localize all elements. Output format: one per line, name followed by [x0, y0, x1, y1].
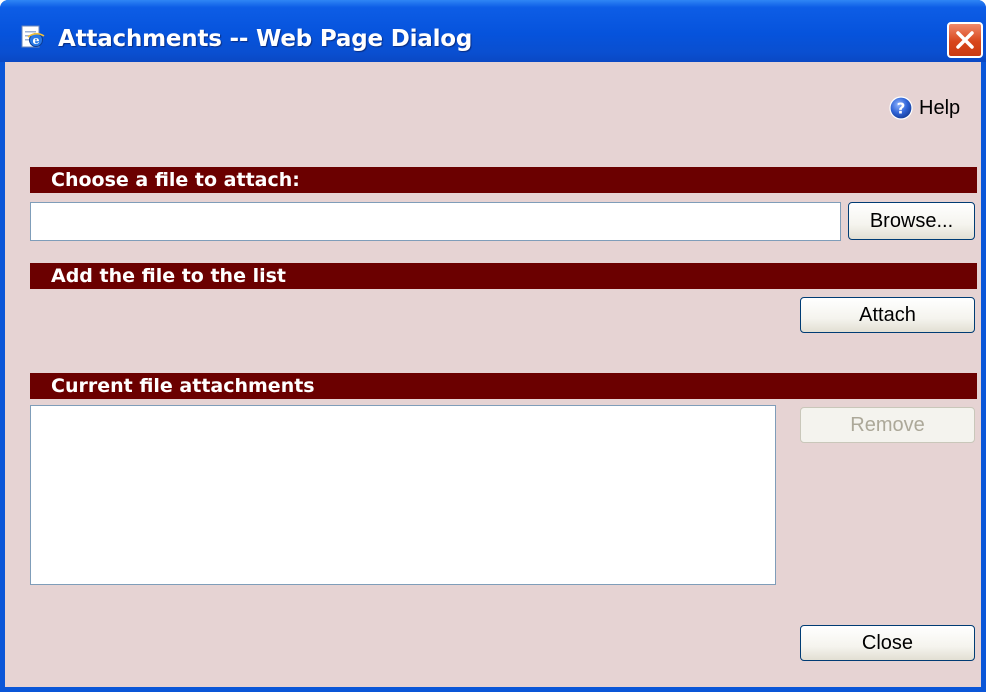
ie-page-icon: e — [21, 25, 45, 48]
current-attachments-header: Current file attachments — [30, 373, 977, 399]
svg-text:?: ? — [897, 100, 906, 118]
attach-button[interactable]: Attach — [800, 297, 975, 333]
attachments-list[interactable] — [30, 405, 776, 585]
dialog-client-area: ? Help Choose a file to attach: Browse..… — [5, 62, 981, 687]
window-close-button[interactable] — [947, 22, 983, 58]
file-path-input[interactable] — [30, 202, 841, 241]
choose-file-header: Choose a file to attach: — [30, 167, 977, 193]
dialog-title: Attachments -- Web Page Dialog — [58, 26, 473, 52]
help-label: Help — [919, 96, 961, 119]
close-button[interactable]: Close — [800, 625, 975, 661]
title-bar[interactable]: e Attachments -- Web Page Dialog — [0, 0, 986, 62]
help-link[interactable]: ? Help — [889, 95, 960, 121]
svg-text:e: e — [33, 34, 40, 47]
browse-button[interactable]: Browse... — [848, 202, 975, 240]
dialog-window: e Attachments -- Web Page Dialog ? Help … — [0, 0, 986, 692]
help-icon: ? — [889, 96, 913, 120]
add-file-header: Add the file to the list — [30, 263, 977, 289]
remove-button[interactable]: Remove — [800, 407, 975, 443]
close-icon — [956, 31, 974, 49]
